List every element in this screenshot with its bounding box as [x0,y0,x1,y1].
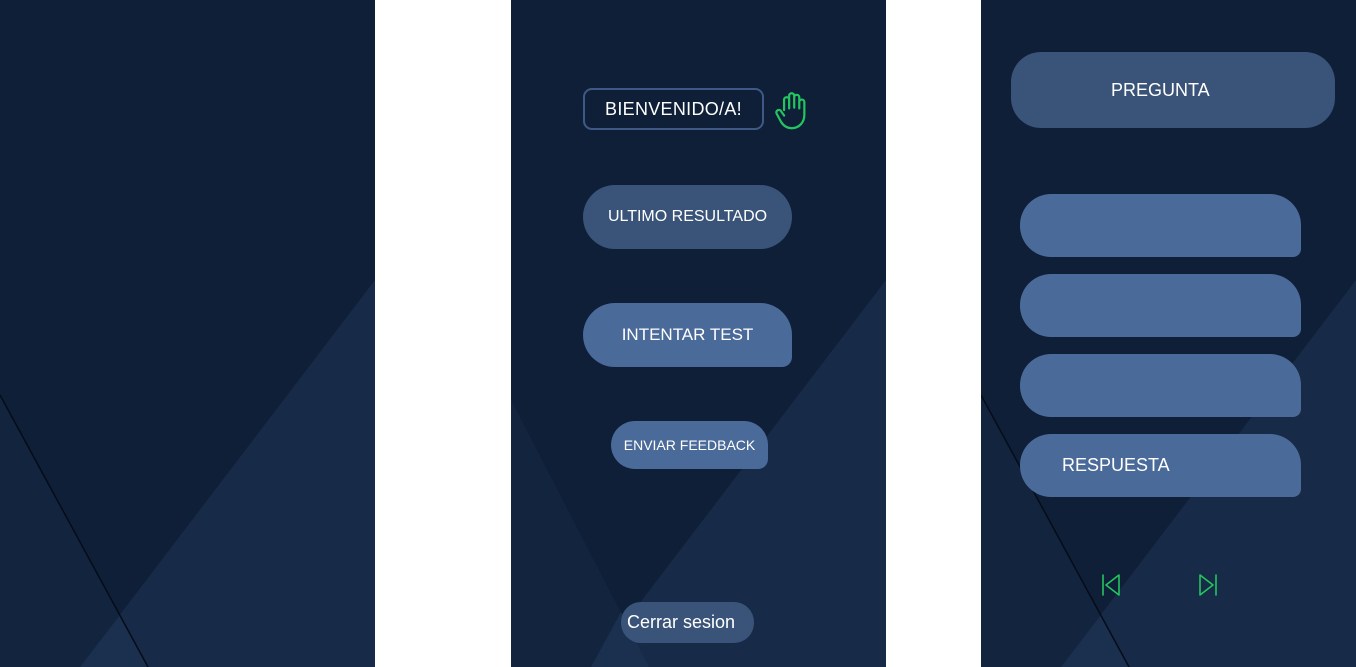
blank-screen [0,0,375,667]
waving-hand-icon [775,92,806,130]
answer-option-2[interactable] [1020,274,1301,337]
answer-option-1[interactable] [1020,194,1301,257]
answer-label: RESPUESTA [1062,455,1170,475]
background-shapes [0,0,375,667]
welcome-banner: BIENVENIDO/A! [583,88,764,130]
quiz-screen: PREGUNTA RESPUESTA [981,0,1356,667]
logout-label: Cerrar sesion [627,612,736,632]
question-box: PREGUNTA [1011,52,1335,128]
try-test-button[interactable]: INTENTAR TEST [583,303,792,367]
welcome-label: BIENVENIDO/A! [605,98,742,119]
answer-option-3[interactable] [1020,354,1301,417]
logout-button[interactable]: Cerrar sesion [621,602,754,643]
send-feedback-label: ENVIAR FEEDBACK [623,437,756,453]
home-screen: BIENVENIDO/A! ULTIMO RESULTADO INTENTAR … [511,0,886,667]
skip-back-icon[interactable] [1100,573,1122,597]
last-result-button[interactable]: ULTIMO RESULTADO [583,185,792,249]
skip-forward-icon[interactable] [1197,573,1219,597]
try-test-label: INTENTAR TEST [621,325,754,344]
answer-option-4[interactable]: RESPUESTA [1020,434,1301,497]
question-label: PREGUNTA [1111,79,1210,100]
last-result-label: ULTIMO RESULTADO [607,208,768,225]
send-feedback-button[interactable]: ENVIAR FEEDBACK [611,421,768,469]
